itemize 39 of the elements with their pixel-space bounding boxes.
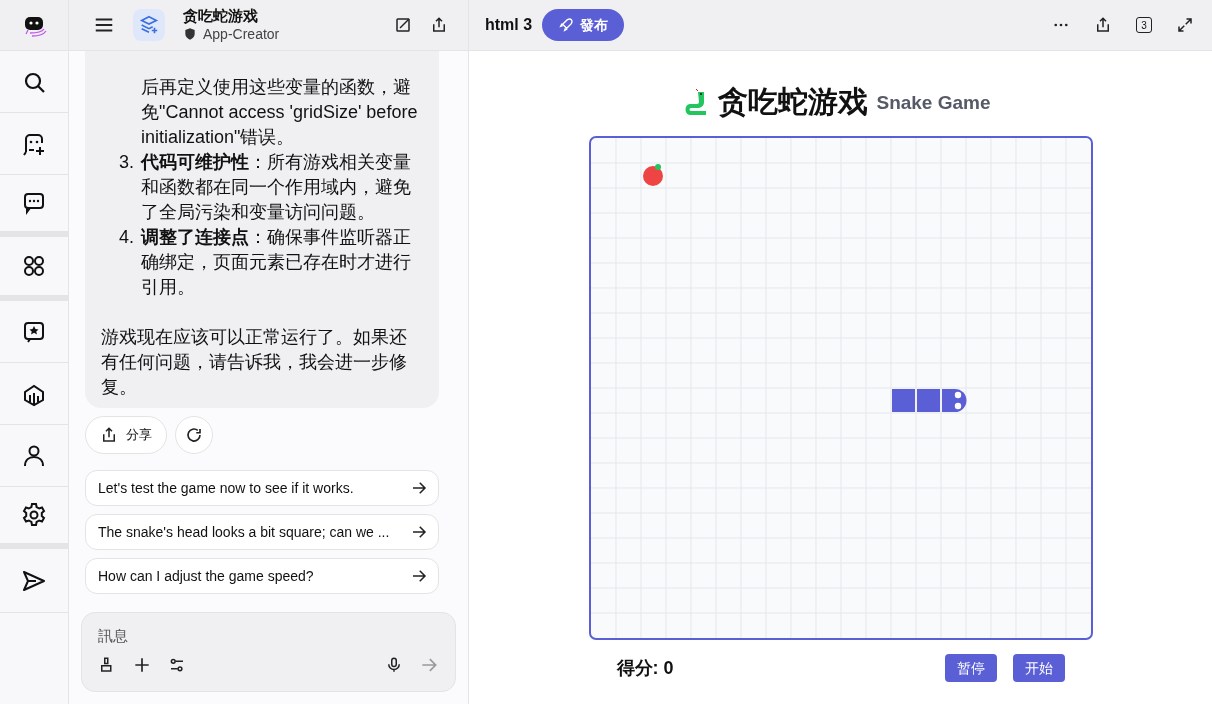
arrow-right-icon — [410, 567, 428, 585]
refresh-icon — [185, 426, 203, 444]
retry-button[interactable] — [175, 416, 213, 454]
rocket-icon — [558, 17, 575, 33]
arrow-right-icon — [410, 479, 428, 497]
microphone-icon[interactable] — [385, 656, 403, 674]
score-text: 得分: 0 — [616, 656, 675, 680]
list-number: 3. — [119, 151, 134, 174]
preview-title: html 3 — [485, 15, 533, 35]
publish-button[interactable]: 發布 — [542, 9, 625, 41]
share-icon — [100, 426, 118, 444]
game-button[interactable]: 暂停 — [944, 654, 997, 682]
suggestion-button[interactable]: The snake's head looks a bit square; can we ... — [85, 514, 439, 550]
version-badge[interactable]: 3 — [1136, 17, 1152, 33]
list-item-text: 调整了连接点：确保事件监听器正确绑定，页面元素已存在时才进行引用。 — [141, 227, 411, 297]
list-number: 4. — [119, 226, 134, 249]
share-icon[interactable] — [1094, 16, 1112, 34]
arrow-right-icon — [410, 523, 428, 541]
suggestion-button[interactable]: How can I adjust the game speed? — [85, 558, 439, 594]
share-button[interactable]: 分享 — [85, 416, 167, 454]
chat-title: 贪吃蛇游戏 — [183, 6, 259, 26]
list-item-text: 代码可维护性：所有游戏相关变量和函数都在同一个作用域内，避免了全局污染和变量访问问题。 — [141, 152, 411, 222]
sliders-icon[interactable] — [168, 656, 186, 674]
bot-name: App-Creator — [203, 25, 280, 44]
game-title: 贪吃蛇游戏 — [718, 84, 869, 120]
edit-icon[interactable] — [394, 16, 412, 34]
suggestion-button[interactable]: Let's test the game now to see if it works. — [85, 470, 439, 506]
game-subtitle: Snake Game — [876, 90, 991, 115]
message-field[interactable]: 訊息 — [98, 625, 439, 647]
settings-icon[interactable] — [20, 501, 48, 529]
list-item-text: 后再定义使用这些变量的函数，避免"Cannot access 'gridSize' before initialization"错误。 — [141, 77, 418, 147]
expand-icon[interactable] — [1176, 16, 1194, 34]
share-icon[interactable] — [430, 16, 448, 34]
message-text: 游戏现在应该可以正常运行了。如果还有任何问题，请告诉我，我会进一步修复。 — [101, 326, 408, 399]
shield-icon — [183, 27, 197, 42]
game-button[interactable]: 开始 — [1012, 654, 1065, 682]
message-composer[interactable]: 訊息 — [81, 612, 456, 692]
plus-icon[interactable] — [132, 655, 152, 675]
bot-avatar — [133, 9, 165, 41]
